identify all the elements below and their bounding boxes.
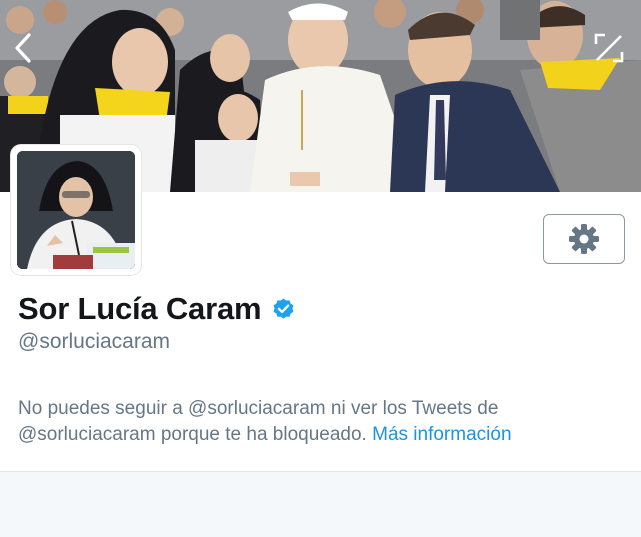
fullscreen-expand-icon: [594, 33, 624, 63]
gear-icon: [569, 224, 599, 254]
profile-handle: @sorluciacaram: [18, 330, 171, 353]
profile-name: Sor Lucía Caram: [18, 291, 262, 326]
more-info-link[interactable]: Más información: [372, 424, 511, 445]
back-button[interactable]: [6, 26, 40, 70]
verified-badge-icon: [273, 298, 294, 319]
profile-name-row: Sor Lucía Caram: [18, 289, 296, 329]
settings-button[interactable]: [543, 214, 625, 264]
chevron-left-icon: [15, 33, 31, 63]
avatar: [17, 151, 135, 269]
blocked-notice: No puedes seguir a @sorluciacaram ni ver…: [18, 396, 618, 448]
expand-photo-button[interactable]: [587, 26, 631, 70]
profile-avatar-frame[interactable]: [11, 145, 141, 275]
